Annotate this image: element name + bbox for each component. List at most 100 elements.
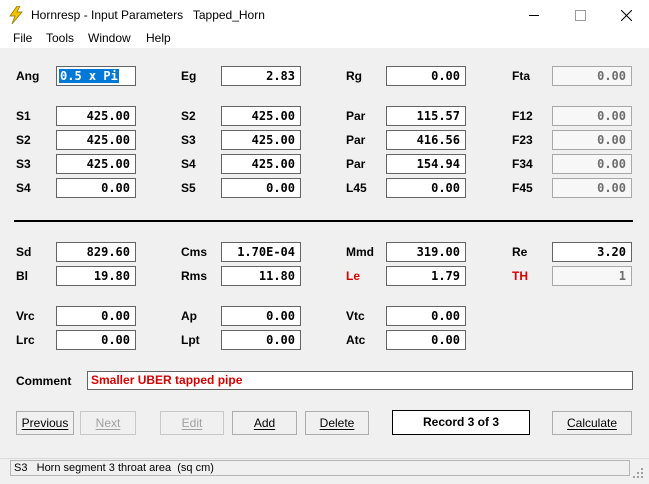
label-f12: F12 xyxy=(512,109,533,123)
label-vrc: Vrc xyxy=(16,309,35,323)
label-sd: Sd xyxy=(16,245,32,259)
next-label: Next xyxy=(95,416,121,430)
label-bl: Bl xyxy=(16,269,28,283)
label-s4b: S4 xyxy=(16,181,31,195)
label-f45: F45 xyxy=(512,181,533,195)
field-re[interactable]: 3.20 xyxy=(552,242,632,262)
field-f23[interactable]: 0.00 xyxy=(552,130,632,150)
field-s4b[interactable]: 0.00 xyxy=(56,178,136,198)
label-re: Re xyxy=(512,245,528,259)
label-atc: Atc xyxy=(346,333,366,347)
label-cms: Cms xyxy=(181,245,208,259)
label-par2: Par xyxy=(346,133,366,147)
label-le: Le xyxy=(346,269,361,283)
label-s5: S5 xyxy=(181,181,196,195)
edit-label: Edit xyxy=(181,416,203,430)
maximize-icon xyxy=(575,10,586,21)
add-button[interactable]: Add xyxy=(232,411,297,435)
menu-tools[interactable]: Tools xyxy=(46,31,74,45)
field-s3[interactable]: 425.00 xyxy=(221,130,301,150)
status-bar: S3 Horn segment 3 throat area (sq cm) xyxy=(0,458,649,484)
field-s2[interactable]: 425.00 xyxy=(221,106,301,126)
field-lpt[interactable]: 0.00 xyxy=(221,330,301,350)
label-fta: Fta xyxy=(512,69,530,83)
window-title: Hornresp - Input Parameters Tapped_Horn xyxy=(31,8,265,22)
close-button[interactable] xyxy=(603,0,649,30)
label-vtc: Vtc xyxy=(346,309,365,323)
field-fta[interactable]: 0.00 xyxy=(552,66,632,86)
field-lrc[interactable]: 0.00 xyxy=(56,330,136,350)
previous-button[interactable]: Previous xyxy=(16,411,74,435)
calculate-button[interactable]: Calculate xyxy=(552,411,632,435)
label-ang: Ang xyxy=(16,69,40,83)
label-s2: S2 xyxy=(181,109,196,123)
label-th: TH xyxy=(512,269,528,283)
label-f34: F34 xyxy=(512,157,533,171)
label-l45: L45 xyxy=(346,181,367,195)
menu-window[interactable]: Window xyxy=(88,31,131,45)
minimize-icon xyxy=(529,15,539,16)
field-le[interactable]: 1.79 xyxy=(386,266,466,286)
resize-grip-icon[interactable] xyxy=(633,468,643,478)
field-s1[interactable]: 425.00 xyxy=(56,106,136,126)
label-s3: S3 xyxy=(181,133,196,147)
field-s2b[interactable]: 425.00 xyxy=(56,130,136,150)
field-th[interactable]: 1 xyxy=(552,266,632,286)
menu-bar: File Tools Window Help xyxy=(0,30,649,48)
comment-field[interactable]: Smaller UBER tapped pipe xyxy=(87,371,633,390)
field-ap[interactable]: 0.00 xyxy=(221,306,301,326)
minimize-button[interactable] xyxy=(511,0,557,30)
field-sd[interactable]: 829.60 xyxy=(56,242,136,262)
field-ang[interactable]: 0.5 x Pi xyxy=(56,66,136,86)
label-s3b: S3 xyxy=(16,157,31,171)
field-par2[interactable]: 416.56 xyxy=(386,130,466,150)
label-rms: Rms xyxy=(181,269,208,283)
maximize-button[interactable] xyxy=(557,0,603,30)
add-label: Add xyxy=(253,416,276,430)
label-s2b: S2 xyxy=(16,133,31,147)
field-s3b[interactable]: 425.00 xyxy=(56,154,136,174)
field-rms[interactable]: 11.80 xyxy=(221,266,301,286)
field-s4[interactable]: 425.00 xyxy=(221,154,301,174)
record-indicator: Record 3 of 3 xyxy=(392,410,530,435)
label-lrc: Lrc xyxy=(16,333,35,347)
section-divider xyxy=(14,220,633,222)
calculate-label: Calculate xyxy=(566,416,618,430)
field-par1[interactable]: 115.57 xyxy=(386,106,466,126)
field-f12[interactable]: 0.00 xyxy=(552,106,632,126)
field-ang-value: 0.5 x Pi xyxy=(59,69,119,83)
label-mmd: Mmd xyxy=(346,245,374,259)
edit-button[interactable]: Edit xyxy=(160,411,224,435)
field-l45[interactable]: 0.00 xyxy=(386,178,466,198)
field-mmd[interactable]: 319.00 xyxy=(386,242,466,262)
field-rg[interactable]: 0.00 xyxy=(386,66,466,86)
label-par1: Par xyxy=(346,109,366,123)
label-s4: S4 xyxy=(181,157,196,171)
previous-label: Previous xyxy=(21,416,69,430)
hornresp-app-icon xyxy=(9,6,23,24)
label-s1: S1 xyxy=(16,109,31,123)
field-eg[interactable]: 2.83 xyxy=(221,66,301,86)
menu-file[interactable]: File xyxy=(13,31,32,45)
menu-help[interactable]: Help xyxy=(146,31,171,45)
field-atc[interactable]: 0.00 xyxy=(386,330,466,350)
field-s5[interactable]: 0.00 xyxy=(221,178,301,198)
label-ap: Ap xyxy=(181,309,197,323)
field-vtc[interactable]: 0.00 xyxy=(386,306,466,326)
status-text: S3 Horn segment 3 throat area (sq cm) xyxy=(10,460,630,476)
label-lpt: Lpt xyxy=(181,333,200,347)
close-icon xyxy=(621,10,632,21)
field-f34[interactable]: 0.00 xyxy=(552,154,632,174)
field-vrc[interactable]: 0.00 xyxy=(56,306,136,326)
label-comment: Comment xyxy=(16,374,72,388)
next-button[interactable]: Next xyxy=(80,411,136,435)
label-f23: F23 xyxy=(512,133,533,147)
field-cms[interactable]: 1.70E-04 xyxy=(221,242,301,262)
field-bl[interactable]: 19.80 xyxy=(56,266,136,286)
delete-button[interactable]: Delete xyxy=(305,411,369,435)
delete-label: Delete xyxy=(319,416,355,430)
field-par3[interactable]: 154.94 xyxy=(386,154,466,174)
label-rg: Rg xyxy=(346,69,362,83)
title-bar: Hornresp - Input Parameters Tapped_Horn xyxy=(0,0,649,30)
field-f45[interactable]: 0.00 xyxy=(552,178,632,198)
